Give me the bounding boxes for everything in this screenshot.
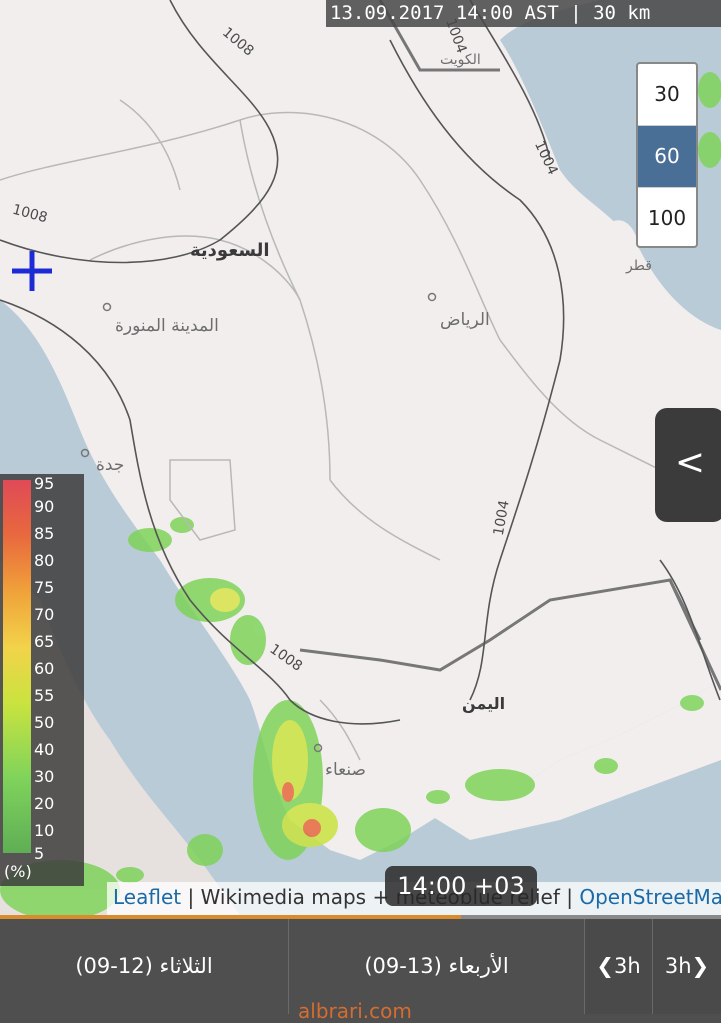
legend-label: 10 xyxy=(34,821,55,840)
resolution-option-60[interactable]: 60 xyxy=(638,126,696,188)
label-yemen: اليمن xyxy=(462,694,506,713)
watermark: albrari.com xyxy=(298,999,412,1023)
current-time-label: 14:00 +03 xyxy=(385,866,537,906)
label-qatar: قطر xyxy=(626,258,652,274)
label-jeddah: جدة xyxy=(96,455,125,475)
label-medina: المدينة المنورة xyxy=(115,316,219,336)
osm-link[interactable]: OpenStreetMap xyxy=(579,885,721,909)
side-panel-toggle-button[interactable]: < xyxy=(655,408,721,522)
legend-label: 55 xyxy=(34,686,55,705)
label-saudi: السعودية xyxy=(190,240,270,261)
resolution-option-30[interactable]: 30 xyxy=(638,64,696,126)
precipitation-legend: 95 90 85 80 75 70 65 60 55 50 40 30 20 1… xyxy=(0,474,84,886)
resolution-option-100[interactable]: 100 xyxy=(638,188,696,246)
map-view[interactable]: السعودية المدينة المنورة الرياض جدة اليم… xyxy=(0,0,721,915)
legend-label: 50 xyxy=(34,713,55,732)
legend-color-bar xyxy=(3,480,31,853)
legend-label: 95 xyxy=(34,474,55,493)
legend-label: 60 xyxy=(34,659,55,678)
day-button-tuesday[interactable]: (الثلاثاء (12-09 xyxy=(0,919,289,1014)
legend-label: 70 xyxy=(34,605,55,624)
legend-label: 75 xyxy=(34,578,55,597)
legend-label: 90 xyxy=(34,497,55,516)
step-back-3h-button[interactable]: ❮3h xyxy=(585,919,653,1014)
legend-label: 80 xyxy=(34,551,55,570)
legend-label: 40 xyxy=(34,740,55,759)
resolution-selector[interactable]: 30 60 100 xyxy=(636,62,698,248)
label-kuwait: الكويت xyxy=(440,52,481,68)
legend-label: 85 xyxy=(34,524,55,543)
step-forward-3h-button[interactable]: 3h❯ xyxy=(653,919,721,1014)
legend-label: 30 xyxy=(34,767,55,786)
label-sanaa: صنعاء xyxy=(325,760,366,780)
legend-label: 65 xyxy=(34,632,55,651)
legend-unit: (%) xyxy=(4,862,32,881)
leaflet-link[interactable]: Leaflet xyxy=(113,885,181,909)
legend-label: 20 xyxy=(34,794,55,813)
label-riyadh: الرياض xyxy=(440,310,490,330)
datetime-header: 13.09.2017 14:00 AST | 30 km xyxy=(326,0,721,27)
legend-label: 5 xyxy=(34,844,45,863)
location-marker[interactable] xyxy=(12,251,52,291)
